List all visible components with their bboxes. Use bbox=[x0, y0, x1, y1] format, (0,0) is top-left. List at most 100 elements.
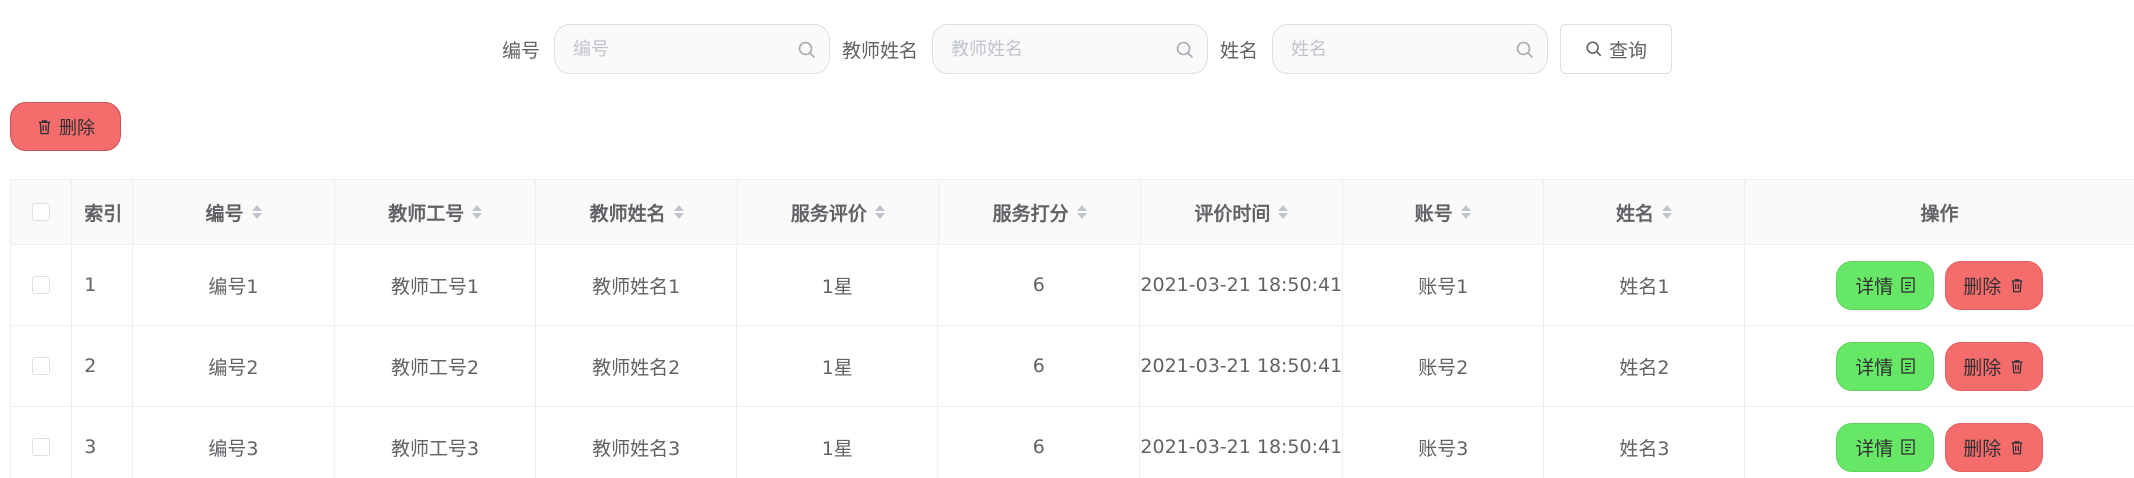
query-button[interactable]: 查询 bbox=[1560, 24, 1673, 74]
cell-code: 编号2 bbox=[131, 326, 334, 406]
cell-rating: 1星 bbox=[736, 407, 937, 478]
cell-teacher-name: 教师姓名3 bbox=[535, 407, 736, 478]
detail-label: 详情 bbox=[1855, 356, 1894, 379]
header-index-label: 索引 bbox=[84, 202, 123, 225]
search-box-code bbox=[554, 24, 831, 74]
trash-icon bbox=[38, 119, 51, 134]
search-input-code[interactable] bbox=[555, 25, 830, 73]
sort-icon[interactable] bbox=[1076, 205, 1087, 219]
header-code[interactable]: 编号 bbox=[131, 180, 334, 244]
table-row: 1 编号1 教师工号1 教师姓名1 1星 6 2021-03-21 18:50:… bbox=[10, 245, 2134, 326]
cell-teacher-name: 教师姓名1 bbox=[535, 245, 736, 325]
table-header-row: 索引 编号 教师工号 教师姓名 服务评价 服务打分 评价时间 账号 姓名 操作 bbox=[10, 180, 2134, 245]
detail-label: 详情 bbox=[1855, 437, 1894, 460]
select-all-checkbox[interactable] bbox=[32, 203, 51, 221]
sort-icon[interactable] bbox=[1661, 205, 1672, 219]
document-icon bbox=[1901, 277, 1915, 293]
cell-teacher-name: 教师姓名2 bbox=[535, 326, 736, 406]
cell-score: 6 bbox=[937, 326, 1139, 406]
search-icon bbox=[1176, 41, 1194, 59]
header-time-label: 评价时间 bbox=[1194, 202, 1271, 225]
row-select bbox=[10, 326, 71, 406]
delete-label: 删除 bbox=[1963, 356, 2002, 379]
cell-name: 姓名3 bbox=[1543, 407, 1744, 478]
detail-button[interactable]: 详情 bbox=[1836, 260, 1935, 310]
header-account[interactable]: 账号 bbox=[1341, 180, 1543, 244]
row-select bbox=[10, 245, 71, 325]
header-rating[interactable]: 服务评价 bbox=[736, 180, 938, 244]
header-code-label: 编号 bbox=[205, 202, 244, 225]
sort-icon[interactable] bbox=[1278, 205, 1289, 219]
sort-icon[interactable] bbox=[1460, 205, 1471, 219]
header-teacher-name-label: 教师姓名 bbox=[589, 202, 666, 225]
search-box-name bbox=[1272, 24, 1549, 74]
cell-account: 账号2 bbox=[1342, 326, 1543, 406]
batch-delete-button[interactable]: 删除 bbox=[10, 102, 121, 151]
search-icon bbox=[798, 41, 816, 59]
trash-icon bbox=[2011, 278, 2023, 292]
sort-icon[interactable] bbox=[673, 205, 684, 219]
sort-icon[interactable] bbox=[472, 205, 483, 219]
sort-icon[interactable] bbox=[251, 205, 262, 219]
search-label-name: 姓名 bbox=[1220, 39, 1259, 62]
search-input-teacher-name[interactable] bbox=[933, 25, 1208, 73]
detail-label: 详情 bbox=[1855, 275, 1894, 298]
cell-score: 6 bbox=[937, 245, 1139, 325]
row-checkbox[interactable] bbox=[32, 276, 51, 294]
header-teacher-no[interactable]: 教师工号 bbox=[334, 180, 535, 244]
cell-time: 2021-03-21 18:50:41 bbox=[1139, 245, 1342, 325]
cell-teacher-no: 教师工号3 bbox=[333, 407, 535, 478]
search-input-name[interactable] bbox=[1273, 25, 1548, 73]
header-time[interactable]: 评价时间 bbox=[1140, 180, 1341, 244]
cell-time: 2021-03-21 18:50:41 bbox=[1139, 407, 1342, 478]
cell-time: 2021-03-21 18:50:41 bbox=[1139, 326, 1342, 406]
query-button-label: 查询 bbox=[1609, 39, 1648, 62]
cell-account: 账号3 bbox=[1342, 407, 1543, 478]
sort-icon[interactable] bbox=[874, 205, 885, 219]
header-teacher-name[interactable]: 教师姓名 bbox=[535, 180, 736, 244]
header-actions: 操作 bbox=[1744, 180, 2134, 244]
delete-label: 删除 bbox=[1963, 275, 2002, 298]
cell-actions: 详情 删除 bbox=[1744, 326, 2134, 406]
cell-actions: 详情 删除 bbox=[1744, 407, 2134, 478]
header-actions-label: 操作 bbox=[1920, 202, 1959, 225]
trash-icon bbox=[2011, 440, 2023, 454]
batch-delete-label: 删除 bbox=[59, 117, 95, 139]
table-row: 3 编号3 教师工号3 教师姓名3 1星 6 2021-03-21 18:50:… bbox=[10, 407, 2134, 478]
cell-index: 1 bbox=[71, 245, 132, 325]
search-bar: 编号 教师姓名 姓名 查询 bbox=[502, 24, 1673, 74]
header-index: 索引 bbox=[71, 180, 132, 244]
header-account-label: 账号 bbox=[1414, 202, 1453, 225]
header-teacher-no-label: 教师工号 bbox=[388, 202, 465, 225]
cell-rating: 1星 bbox=[736, 245, 937, 325]
cell-rating: 1星 bbox=[736, 326, 937, 406]
header-score-label: 服务打分 bbox=[992, 202, 1069, 225]
delete-button[interactable]: 删除 bbox=[1945, 341, 2044, 391]
cell-code: 编号1 bbox=[131, 245, 334, 325]
search-icon bbox=[1516, 41, 1534, 59]
cell-score: 6 bbox=[937, 407, 1139, 478]
trash-icon bbox=[2011, 359, 2023, 373]
cell-actions: 详情 删除 bbox=[1744, 245, 2134, 325]
delete-button[interactable]: 删除 bbox=[1945, 260, 2044, 310]
detail-button[interactable]: 详情 bbox=[1836, 422, 1935, 472]
cell-name: 姓名2 bbox=[1543, 326, 1744, 406]
delete-button[interactable]: 删除 bbox=[1945, 422, 2044, 472]
detail-button[interactable]: 详情 bbox=[1836, 341, 1935, 391]
cell-teacher-no: 教师工号2 bbox=[333, 326, 535, 406]
search-icon bbox=[1586, 41, 1602, 57]
delete-label: 删除 bbox=[1963, 437, 2002, 460]
row-checkbox[interactable] bbox=[32, 438, 51, 456]
search-label-teacher-name: 教师姓名 bbox=[842, 39, 919, 62]
row-checkbox[interactable] bbox=[32, 357, 51, 375]
header-score[interactable]: 服务打分 bbox=[938, 180, 1140, 244]
document-icon bbox=[1901, 439, 1915, 455]
document-icon bbox=[1901, 358, 1915, 374]
search-box-teacher-name bbox=[932, 24, 1209, 74]
cell-code: 编号3 bbox=[131, 407, 334, 478]
data-table: 索引 编号 教师工号 教师姓名 服务评价 服务打分 评价时间 账号 姓名 操作 … bbox=[10, 179, 2134, 478]
cell-index: 2 bbox=[71, 326, 132, 406]
header-select-all bbox=[10, 180, 71, 244]
header-name[interactable]: 姓名 bbox=[1542, 180, 1744, 244]
cell-name: 姓名1 bbox=[1543, 245, 1744, 325]
